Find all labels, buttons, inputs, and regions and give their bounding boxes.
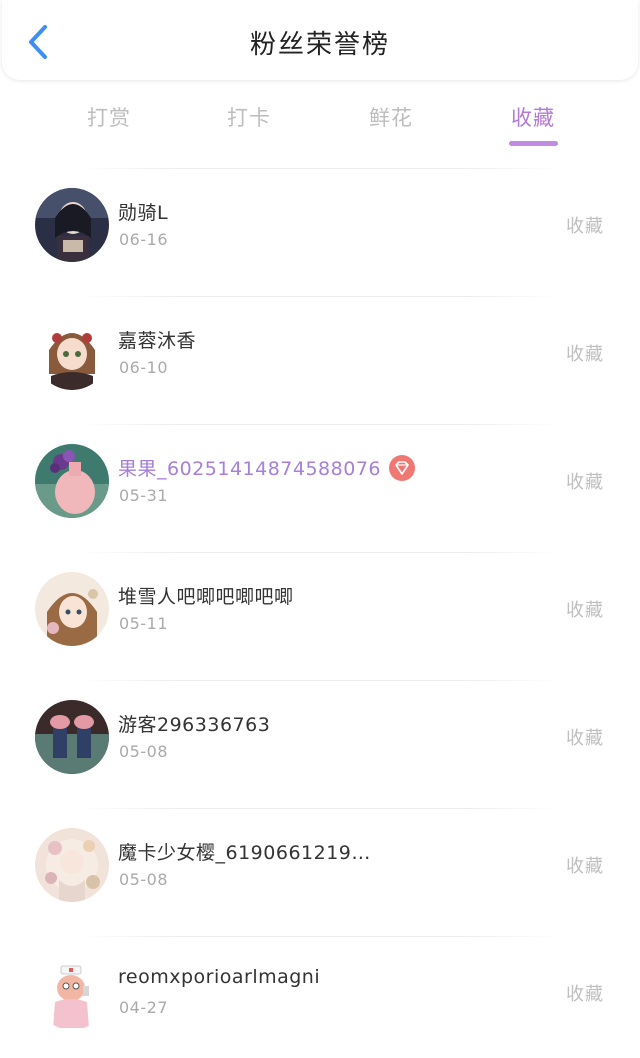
divider bbox=[80, 296, 560, 297]
date: 05-08 bbox=[119, 870, 168, 889]
date: 05-11 bbox=[119, 614, 168, 633]
page: 粉丝荣誉榜 打赏 打卡 鲜花 收藏 勋骑L 06-16 收藏 嘉蓉沐香 06-1… bbox=[0, 0, 640, 1058]
username[interactable]: reomxporioarlmagni bbox=[118, 966, 320, 988]
tab-checkin[interactable]: 打卡 bbox=[209, 102, 289, 132]
favorite-button[interactable]: 收藏 bbox=[566, 724, 604, 750]
divider bbox=[80, 552, 560, 553]
diamond-icon bbox=[389, 454, 416, 481]
tab-bar: 打赏 打卡 鲜花 收藏 bbox=[0, 92, 640, 152]
favorite-button[interactable]: 收藏 bbox=[566, 980, 604, 1006]
avatar[interactable] bbox=[35, 956, 109, 1030]
avatar[interactable] bbox=[35, 316, 109, 390]
list-item: 游客296336763 05-08 收藏 bbox=[0, 680, 640, 808]
list-item: 嘉蓉沐香 06-10 收藏 bbox=[0, 296, 640, 424]
username[interactable]: 魔卡少女樱_6190661219… bbox=[118, 838, 371, 865]
divider bbox=[80, 680, 560, 681]
favorite-button[interactable]: 收藏 bbox=[566, 852, 604, 878]
avatar[interactable] bbox=[35, 188, 109, 262]
username-text: 果果_60251414874588076 bbox=[118, 458, 382, 480]
avatar[interactable] bbox=[35, 828, 109, 902]
header-bar: 粉丝荣誉榜 bbox=[2, 0, 638, 80]
username[interactable]: 嘉蓉沐香 bbox=[118, 326, 196, 353]
list-item: 果果_60251414874588076 05-31 收藏 bbox=[0, 424, 640, 552]
date: 06-16 bbox=[119, 230, 168, 249]
divider bbox=[80, 808, 560, 809]
avatar[interactable] bbox=[35, 700, 109, 774]
username[interactable]: 果果_60251414874588076 bbox=[118, 454, 416, 483]
avatar[interactable] bbox=[35, 444, 109, 518]
favorite-button[interactable]: 收藏 bbox=[566, 340, 604, 366]
date: 05-31 bbox=[119, 486, 168, 505]
date: 04-27 bbox=[119, 998, 168, 1017]
divider bbox=[80, 424, 560, 425]
page-title: 粉丝荣誉榜 bbox=[249, 30, 390, 60]
tab-favorites[interactable]: 收藏 bbox=[493, 102, 573, 132]
divider bbox=[80, 168, 560, 169]
username[interactable]: 堆雪人吧唧吧唧吧唧 bbox=[118, 582, 294, 609]
tab-reward[interactable]: 打赏 bbox=[69, 102, 149, 132]
favorite-button[interactable]: 收藏 bbox=[566, 468, 604, 494]
divider bbox=[80, 936, 560, 937]
username[interactable]: 勋骑L bbox=[118, 198, 168, 225]
avatar[interactable] bbox=[35, 572, 109, 646]
favorite-button[interactable]: 收藏 bbox=[566, 596, 604, 622]
active-tab-indicator bbox=[509, 141, 558, 146]
list-item: reomxporioarlmagni 04-27 收藏 bbox=[0, 936, 640, 1058]
list-item: 勋骑L 06-16 收藏 bbox=[0, 168, 640, 296]
list-item: 魔卡少女樱_6190661219… 05-08 收藏 bbox=[0, 808, 640, 936]
favorite-button[interactable]: 收藏 bbox=[566, 212, 604, 238]
list-item: 堆雪人吧唧吧唧吧唧 05-11 收藏 bbox=[0, 552, 640, 680]
username[interactable]: 游客296336763 bbox=[118, 710, 270, 737]
date: 06-10 bbox=[119, 358, 168, 377]
date: 05-08 bbox=[119, 742, 168, 761]
tab-flowers[interactable]: 鲜花 bbox=[351, 102, 431, 132]
